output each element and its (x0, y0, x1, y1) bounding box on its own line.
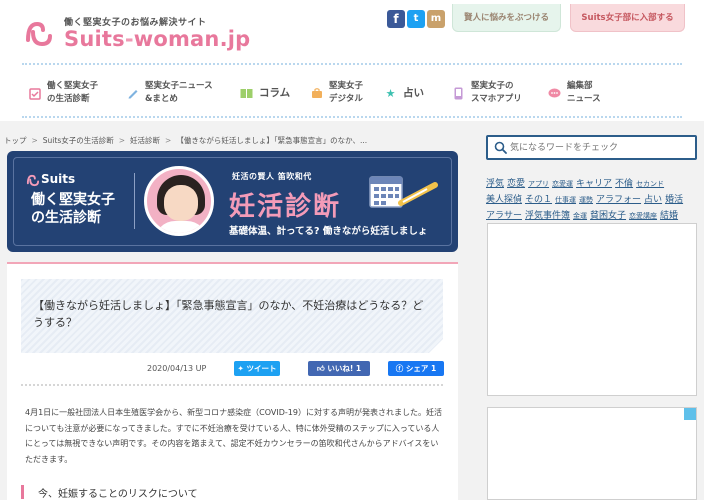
site-header: 働く堅実女子のお悩み解決サイト Suits-woman.jp f t m 賢人に… (0, 0, 704, 120)
banner-brand: Suits (41, 172, 76, 186)
banner-logo-icon (26, 174, 40, 187)
banner-caption: 基礎体温、計ってる? 働きながら妊活しましょ (229, 226, 428, 237)
keyword-tag[interactable]: 貧困女子 (590, 211, 626, 221)
breadcrumb-current: 【働きながら妊活しましょ】「緊急事態宣言」のなか、... (176, 136, 368, 145)
nav-item-editorial-news[interactable]: 編集部 ニュース (548, 78, 601, 108)
search-box[interactable] (486, 135, 697, 160)
keyword-tag[interactable]: アラフォー (596, 195, 641, 205)
breadcrumb-home[interactable]: トップ (4, 136, 27, 145)
series-banner[interactable]: Suits 働く堅実女子 の生活診断 妊活の賢人 笛吹和代 妊活診断 基礎体温、… (7, 151, 458, 252)
sidebar-ad-slot[interactable] (487, 223, 697, 396)
keyword-tag[interactable]: アラサー (486, 211, 522, 221)
banner-divider (134, 173, 135, 229)
keyword-tag[interactable]: 恋愛 (507, 179, 525, 189)
search-icon (494, 141, 507, 154)
join-club-button[interactable]: Suits女子部に入部する (570, 4, 685, 32)
nav-label: 堅実女子の スマホアプリ (471, 81, 522, 104)
sidebar-ad-slot-2[interactable] (487, 407, 697, 500)
keyword-tag[interactable]: 恋愛運 (552, 180, 573, 188)
article-title-box: 【働きながら妊活しましょ】「緊急事態宣言」のなか、不妊治療はどうなる？どうする？ (21, 279, 443, 353)
nav-item-fortune[interactable]: ★ 占い (384, 78, 424, 108)
nav-label: 堅実女子ニュース &まとめ (145, 81, 213, 104)
nav-item-life-diagnosis[interactable]: 働く堅実女子 の生活診断 (28, 78, 98, 108)
line-icon[interactable]: m (427, 10, 445, 28)
keyword-tag[interactable]: 不倫 (615, 179, 633, 189)
keyword-tag[interactable]: 仕事運 (555, 196, 576, 204)
keyword-tag[interactable]: その１ (525, 195, 552, 205)
banner-kicker: 妊活の賢人 笛吹和代 (232, 172, 312, 181)
facebook-icon: ⓕ (395, 364, 406, 373)
nav-item-column[interactable]: コラム (240, 78, 290, 108)
twitter-icon[interactable]: t (407, 10, 425, 28)
star-icon: ★ (385, 86, 396, 100)
article-body: 4月1日に一般社団法人日本生殖医学会から、新型コロナ感染症（COVID-19）に… (25, 408, 442, 464)
site-logo[interactable]: 働く堅実女子のお悩み解決サイト Suits-woman.jp (24, 14, 250, 54)
nav-label: 堅実女子 デジタル (329, 81, 364, 104)
keyword-tag[interactable]: セカンド (636, 180, 664, 188)
clipboard-icon (28, 87, 41, 100)
section-heading: 今、妊娠することのリスクについて (38, 489, 198, 500)
banner-subtitle: 働く堅実女子 の生活診断 (31, 192, 115, 226)
ad-choices-icon[interactable] (684, 408, 696, 420)
tweet-button[interactable]: ✦ ツイート (234, 361, 280, 376)
keyword-tag[interactable]: アプリ (528, 180, 549, 188)
breadcrumb-fertility[interactable]: 妊活診断 (130, 136, 160, 145)
expert-portrait (144, 166, 214, 236)
keyword-tag[interactable]: 恋愛講座 (629, 212, 657, 220)
nav-label: 占い (403, 86, 424, 99)
header-divider (22, 63, 682, 65)
nav-label: 編集部 ニュース (567, 81, 601, 104)
logo-wordmark: Suits-woman.jp (64, 27, 251, 51)
facebook-icon[interactable]: f (387, 10, 405, 28)
facebook-share-button[interactable]: ⓕ シェア 1 (388, 361, 444, 376)
nav-item-news[interactable]: 堅実女子ニュース &まとめ (126, 78, 213, 108)
keyword-tag[interactable]: 運勢 (579, 196, 593, 204)
pencil-icon (126, 87, 139, 100)
article-divider (21, 384, 443, 386)
nav-item-app[interactable]: 堅実女子の スマホアプリ (452, 78, 522, 108)
keyword-tag[interactable]: 結婚 (660, 211, 678, 221)
keyword-tag[interactable]: キャリア (576, 179, 612, 189)
breadcrumb-life-diagnosis[interactable]: Suits女子の生活診断 (43, 136, 114, 145)
ask-expert-button[interactable]: 賢人に悩みをぶつける (452, 4, 561, 32)
keyword-tag[interactable]: 浮気事件簿 (525, 211, 570, 221)
chat-icon (548, 87, 561, 100)
logo-mark-icon (26, 21, 52, 47)
search-input[interactable] (510, 139, 690, 156)
section-marker (21, 485, 24, 499)
nav-label: 働く堅実女子 の生活診断 (47, 81, 99, 104)
keyword-tag[interactable]: 浮気 (486, 179, 504, 189)
article-title: 【働きながら妊活しましょ】「緊急事態宣言」のなか、不妊治療はどうなる？どうする？ (33, 299, 424, 329)
breadcrumb: トップ > Suits女子の生活診断 > 妊活診断 > 【働きながら妊活しましょ】「緊急事態… (4, 136, 368, 145)
keyword-tag[interactable]: 美人探偵 (486, 195, 522, 205)
keyword-tag[interactable]: 占い (644, 195, 662, 205)
thumbs-up-icon: 👍︎ (316, 364, 328, 373)
keyword-tag[interactable]: 婚活 (665, 195, 683, 205)
keyword-tag-cloud: 浮気 恋愛 アプリ 恋愛運 キャリア 不倫 セカンド美人探偵 その１ 仕事運 運勢 アラフォー 占い婚… (486, 176, 701, 224)
nav-divider (22, 116, 682, 118)
bag-icon (310, 87, 323, 100)
phone-icon (452, 87, 465, 100)
book-icon (240, 87, 253, 100)
publish-date: 2020/04/13 UP (147, 364, 207, 373)
thermometer-icon (398, 182, 438, 206)
like-button[interactable]: 👍︎ いいね! 1 (308, 361, 370, 376)
banner-title: 妊活診断 (229, 192, 342, 222)
nav-item-digital[interactable]: 堅実女子 デジタル (310, 78, 363, 108)
keyword-tag[interactable]: 金運 (573, 212, 587, 220)
article-card: 【働きながら妊活しましょ】「緊急事態宣言」のなか、不妊治療はどうなる？どうする？… (7, 262, 458, 500)
nav-label: コラム (259, 86, 291, 99)
